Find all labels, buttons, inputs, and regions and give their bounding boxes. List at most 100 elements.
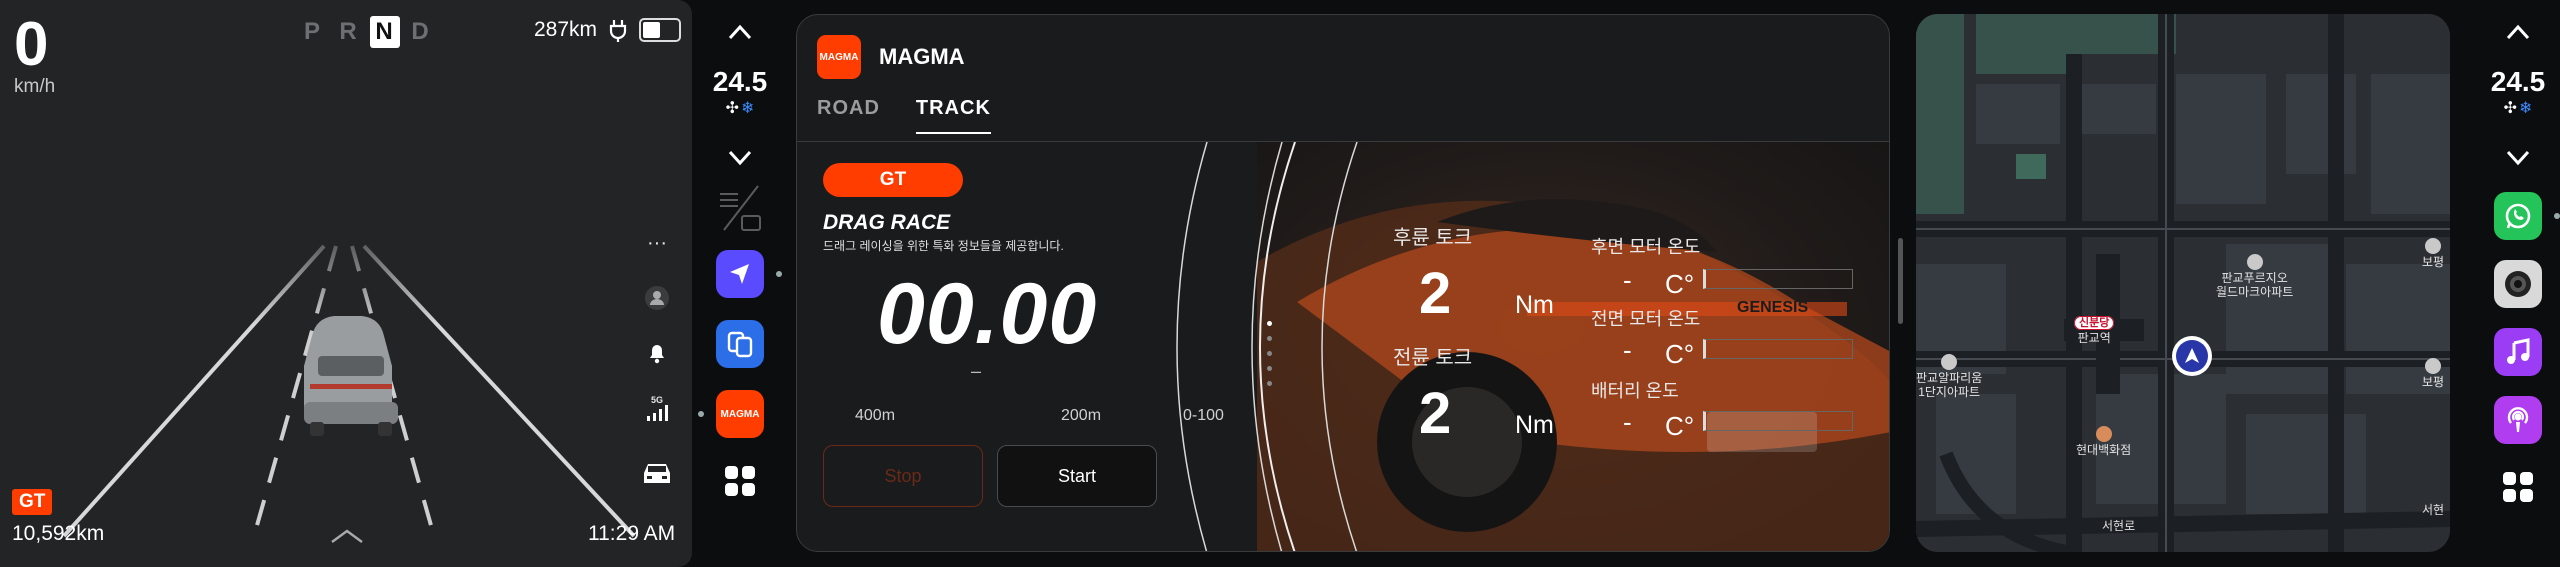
right-dock: 24.5 ✣ ❄: [2482, 0, 2560, 567]
rear-motor-temp-bar: [1703, 269, 1853, 289]
magma-app-window: MAGMA MAGMA ROAD TRACK GENESIS GT DRAG R…: [796, 14, 1890, 552]
profile-icon[interactable]: [644, 285, 670, 311]
front-torque-unit: Nm: [1515, 411, 1554, 439]
temp-up-icon[interactable]: [726, 22, 754, 42]
mode-tabs: ROAD TRACK: [817, 97, 991, 134]
poi-bo1-label: 보평: [2422, 255, 2445, 269]
temp-down-icon[interactable]: [726, 148, 754, 168]
odometer: 10,592km: [12, 522, 105, 545]
instrument-cluster: 0 km/h P R N D 287km ··· 5G GT 10,592km …: [0, 0, 692, 567]
map-canvas: [1916, 14, 2450, 552]
battery-temp-value: -: [1623, 407, 1632, 437]
climate-temp: 24.5: [2490, 66, 2546, 97]
station-name: 판교역: [2077, 330, 2111, 345]
distance-400m: 400m: [855, 407, 896, 424]
poi-bo2[interactable]: 보평: [2422, 358, 2444, 390]
building-pin-icon: [1941, 354, 1958, 370]
cluster-status-icons: ··· 5G: [640, 232, 674, 487]
climate-mode: ✣ ❄: [2504, 98, 2533, 118]
poi-prugio[interactable]: 판교푸르지오 월드마크아파트: [2216, 254, 2293, 300]
front-motor-temp-unit: C°: [1665, 339, 1695, 369]
range-indicator: 287km: [534, 18, 682, 42]
poi-prugio-label: 판교푸르지오 월드마크아파트: [2216, 271, 2294, 299]
poi-alphadom[interactable]: 판교알파리움 1단지아파트: [1916, 354, 1982, 400]
app-title: MAGMA: [879, 44, 965, 69]
rear-torque-value: 2: [1419, 261, 1452, 326]
podcasts-app-icon[interactable]: [2494, 396, 2542, 444]
page-dot: [1267, 336, 1272, 341]
active-dot: [776, 271, 782, 277]
app-grid-icon[interactable]: [723, 464, 757, 498]
map-view[interactable]: 신분당 판교역 판교알파리움 1단지아파트 현대백화점 판교푸르지오 월드마크아…: [1916, 14, 2450, 552]
speed-readout: 0: [14, 10, 49, 79]
current-location-marker: [2172, 336, 2212, 376]
start-button[interactable]: Start: [997, 445, 1157, 507]
climate-temp: 24.5: [712, 66, 768, 97]
music-app-icon[interactable]: [2494, 328, 2542, 376]
page-indicator[interactable]: [1267, 321, 1272, 386]
active-dot: [698, 411, 704, 417]
app-grid-icon[interactable]: [2501, 470, 2535, 504]
camera-app-icon[interactable]: [2494, 260, 2542, 308]
battery-temp-label: 배터리 온도: [1591, 381, 1679, 401]
navigation-arrow-icon: [2185, 348, 2199, 363]
poi-hyundai-label: 현대백화점: [2076, 443, 2132, 457]
page-dot: [1267, 366, 1272, 371]
poi-hyundai[interactable]: 현대백화점: [2076, 426, 2131, 458]
temp-down-icon[interactable]: [2504, 148, 2532, 168]
magma-app-icon[interactable]: MAGMA: [698, 390, 764, 438]
poi-alphadom-label: 판교알파리움 1단지아파트: [1916, 371, 1983, 399]
svg-text:GENESIS: GENESIS: [1737, 299, 1808, 316]
notification-bell-icon[interactable]: [646, 341, 668, 365]
chevron-up-icon[interactable]: [330, 528, 364, 544]
panel-splitter-handle[interactable]: [1898, 238, 1903, 324]
front-torque-value: 2: [1419, 381, 1452, 446]
car-icon[interactable]: [640, 459, 674, 487]
page-dot: [1267, 381, 1272, 386]
building-pin-icon: [2095, 426, 2112, 442]
battery-temp-bar: [1703, 411, 1853, 431]
more-icon[interactable]: ···: [647, 232, 667, 255]
clock: 11:29 AM: [588, 522, 676, 545]
race-timer: 00.00: [877, 266, 1098, 362]
gt-mode-pill[interactable]: GT: [823, 163, 963, 197]
rear-torque-label: 후륜 토크: [1393, 227, 1473, 249]
battery-toggle[interactable]: [639, 18, 682, 42]
page-dot-active: [1267, 321, 1272, 326]
fan-icon: ✣: [725, 100, 739, 117]
signal-bars-icon: [647, 405, 668, 421]
magma-logo: MAGMA: [817, 35, 861, 79]
speed-unit: km/h: [14, 76, 56, 97]
battery-temp-unit: C°: [1665, 411, 1695, 441]
tab-road[interactable]: ROAD: [817, 97, 880, 134]
rear-motor-temp-value: -: [1623, 265, 1632, 295]
page-dot: [1267, 351, 1272, 356]
fan-icon: ✣: [2503, 100, 2517, 117]
navigation-app-icon[interactable]: [716, 250, 782, 298]
road-label-seohyeon: 서현로: [2102, 519, 2136, 533]
rear-motor-temp-label: 후면 모터 온도: [1591, 237, 1701, 257]
climate-mode: ✣ ❄: [726, 98, 755, 118]
poi-bo1[interactable]: 보평: [2422, 238, 2444, 270]
front-motor-temp-bar: [1703, 339, 1853, 359]
snowflake-icon: ❄: [2519, 100, 2533, 117]
connect-app-icon[interactable]: [716, 320, 764, 368]
building-pin-icon: [2425, 238, 2442, 254]
temp-up-icon[interactable]: [2504, 22, 2532, 42]
drag-race-subtitle: 드래그 레이싱을 위한 특화 정보들을 제공합니다.: [823, 239, 1064, 253]
whatsapp-app-icon[interactable]: [2494, 192, 2560, 240]
front-torque-label: 전륜 토크: [1393, 347, 1473, 369]
subway-station-label[interactable]: 신분당 판교역: [2074, 316, 2115, 346]
stop-button[interactable]: Stop: [823, 445, 983, 507]
distance-200m: 200m: [1061, 407, 1102, 424]
front-motor-temp-value: -: [1623, 335, 1632, 365]
defrost-off-icon[interactable]: [716, 182, 764, 234]
gear-r: R: [339, 18, 359, 45]
gt-mode-badge: GT: [12, 489, 53, 515]
tab-track[interactable]: TRACK: [915, 97, 991, 134]
app-header: MAGMA MAGMA: [817, 35, 965, 79]
gear-n: N: [370, 16, 400, 48]
rear-torque-unit: Nm: [1515, 291, 1554, 319]
poi-bo2-label: 보평: [2422, 375, 2445, 389]
road-label-seo: 서현: [2422, 503, 2445, 517]
